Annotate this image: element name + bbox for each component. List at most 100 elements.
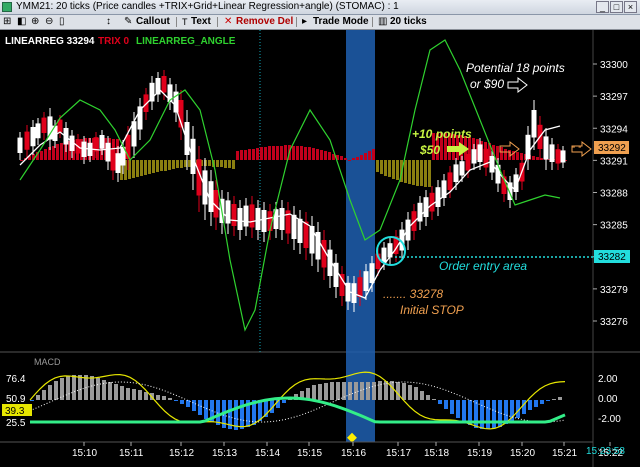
trix-bar: [172, 160, 175, 169]
trix-bar: [412, 160, 415, 185]
macd-bar: [528, 400, 532, 410]
macd-bar: [156, 395, 160, 400]
bar-type-icon[interactable]: ▯: [59, 15, 65, 29]
toolbar: ⊞ ◧ ⊕ ⊖ ▯ ↕ ✎ Callout T Text ✕ Remove De…: [0, 15, 640, 30]
close-button[interactable]: ×: [624, 1, 637, 13]
angle-label: LINEARREG_ANGLE: [136, 36, 236, 47]
trix-bar: [260, 147, 263, 160]
candle-body: [231, 204, 237, 226]
candle-body: [243, 205, 249, 227]
candle-body: [477, 144, 483, 162]
macd-bar: [348, 382, 352, 400]
candle-body: [291, 214, 297, 239]
price-tick-label: 33297: [600, 92, 628, 103]
macd-left-highlight: 39.3: [5, 406, 25, 417]
candle-body: [99, 135, 105, 149]
scale-icon[interactable]: ↕: [106, 15, 111, 29]
callout-button[interactable]: Callout: [136, 15, 170, 29]
macd-bar: [324, 383, 328, 400]
zoom-out-icon[interactable]: ⊖: [45, 15, 53, 29]
candle-body: [184, 122, 190, 155]
trix-bar: [416, 160, 419, 186]
trix-bar: [388, 160, 391, 177]
trix-bar: [140, 160, 143, 176]
time-tick-label: 15:15: [297, 448, 322, 459]
trix-bar: [176, 160, 179, 168]
candle-body: [543, 136, 549, 160]
plus-ten-note-2: $50: [419, 143, 440, 157]
trade-mode-button[interactable]: Trade Mode: [313, 15, 369, 29]
macd-bar: [558, 397, 562, 400]
trix-bar: [352, 158, 355, 160]
macd-bar: [414, 387, 418, 400]
trix-bar: [408, 160, 411, 184]
remove-del-button[interactable]: Remove Del: [236, 15, 293, 29]
entry-price: 33282: [598, 252, 626, 263]
trix-bar: [360, 155, 363, 160]
macd-bar: [90, 376, 94, 400]
macd-right-tick: 2.00: [598, 374, 618, 385]
time-tick-label: 15:16: [341, 448, 366, 459]
macd-bar: [372, 382, 376, 400]
trix-bar: [304, 147, 307, 160]
macd-bar: [426, 395, 430, 400]
trix-bar: [384, 160, 387, 176]
trix-bar: [236, 151, 239, 160]
macd-bar: [402, 383, 406, 400]
trix-bar: [516, 152, 519, 160]
candle-body: [161, 76, 167, 93]
trix-bar: [296, 146, 299, 160]
time-tick-label: 15:21: [552, 448, 577, 459]
macd-bar: [96, 378, 100, 400]
macd-label: MACD: [34, 357, 61, 367]
maximize-button[interactable]: □: [610, 1, 623, 13]
minimize-button[interactable]: _: [596, 1, 609, 13]
candle-body: [465, 154, 471, 171]
toolbar-divider: [296, 17, 297, 27]
macd-bar: [198, 400, 202, 415]
trix-bar: [376, 160, 379, 172]
trix-bar: [132, 160, 135, 178]
trix-bar: [272, 146, 275, 160]
linreg-label: LINEARREG 33294: [5, 36, 95, 47]
trix-bar: [364, 153, 367, 160]
macd-bar: [408, 385, 412, 400]
candle-body: [369, 263, 375, 283]
text-button[interactable]: Text: [191, 15, 211, 29]
trix-bar: [356, 157, 359, 160]
layout-icon[interactable]: ⊞: [3, 15, 11, 29]
macd-bar: [192, 400, 196, 411]
trix-bar: [284, 145, 287, 160]
macd-bar: [78, 375, 82, 400]
panel-icon[interactable]: ◧: [17, 15, 26, 29]
trix-bar: [496, 146, 499, 160]
time-tick-label: 15:10: [72, 448, 97, 459]
chart-canvas[interactable]: LINEARREG 33294 TRIX 0 LINEARREG_ANGLE P…: [0, 30, 640, 467]
trix-bar: [168, 160, 171, 170]
clock: 15:23:58: [586, 446, 625, 457]
trix-bar: [256, 148, 259, 160]
time-tick-label: 15:19: [467, 448, 492, 459]
candle-body: [435, 187, 441, 207]
trix-bar: [148, 160, 151, 174]
macd-bar: [366, 382, 370, 400]
trix-bar: [44, 149, 47, 160]
trix-bar: [300, 146, 303, 160]
price-tick-label: 33291: [600, 156, 628, 167]
zoom-in-icon[interactable]: ⊕: [31, 15, 39, 29]
macd-bar: [486, 400, 490, 429]
price-tick-label: 33276: [600, 317, 628, 328]
trix-bar: [428, 160, 431, 187]
macd-bar: [48, 385, 52, 400]
macd-bar: [534, 400, 538, 407]
interval-button[interactable]: 20 ticks: [390, 15, 427, 29]
trix-bar: [532, 156, 535, 160]
candle-body: [429, 192, 435, 212]
candle-body: [357, 277, 363, 297]
macd-bar: [114, 384, 118, 400]
macd-bar: [282, 400, 286, 403]
trade-icon: ▸: [302, 16, 308, 27]
trix-bar: [536, 157, 539, 160]
stop-note: ....... 33278: [383, 287, 443, 301]
time-tick-label: 15:12: [169, 448, 194, 459]
